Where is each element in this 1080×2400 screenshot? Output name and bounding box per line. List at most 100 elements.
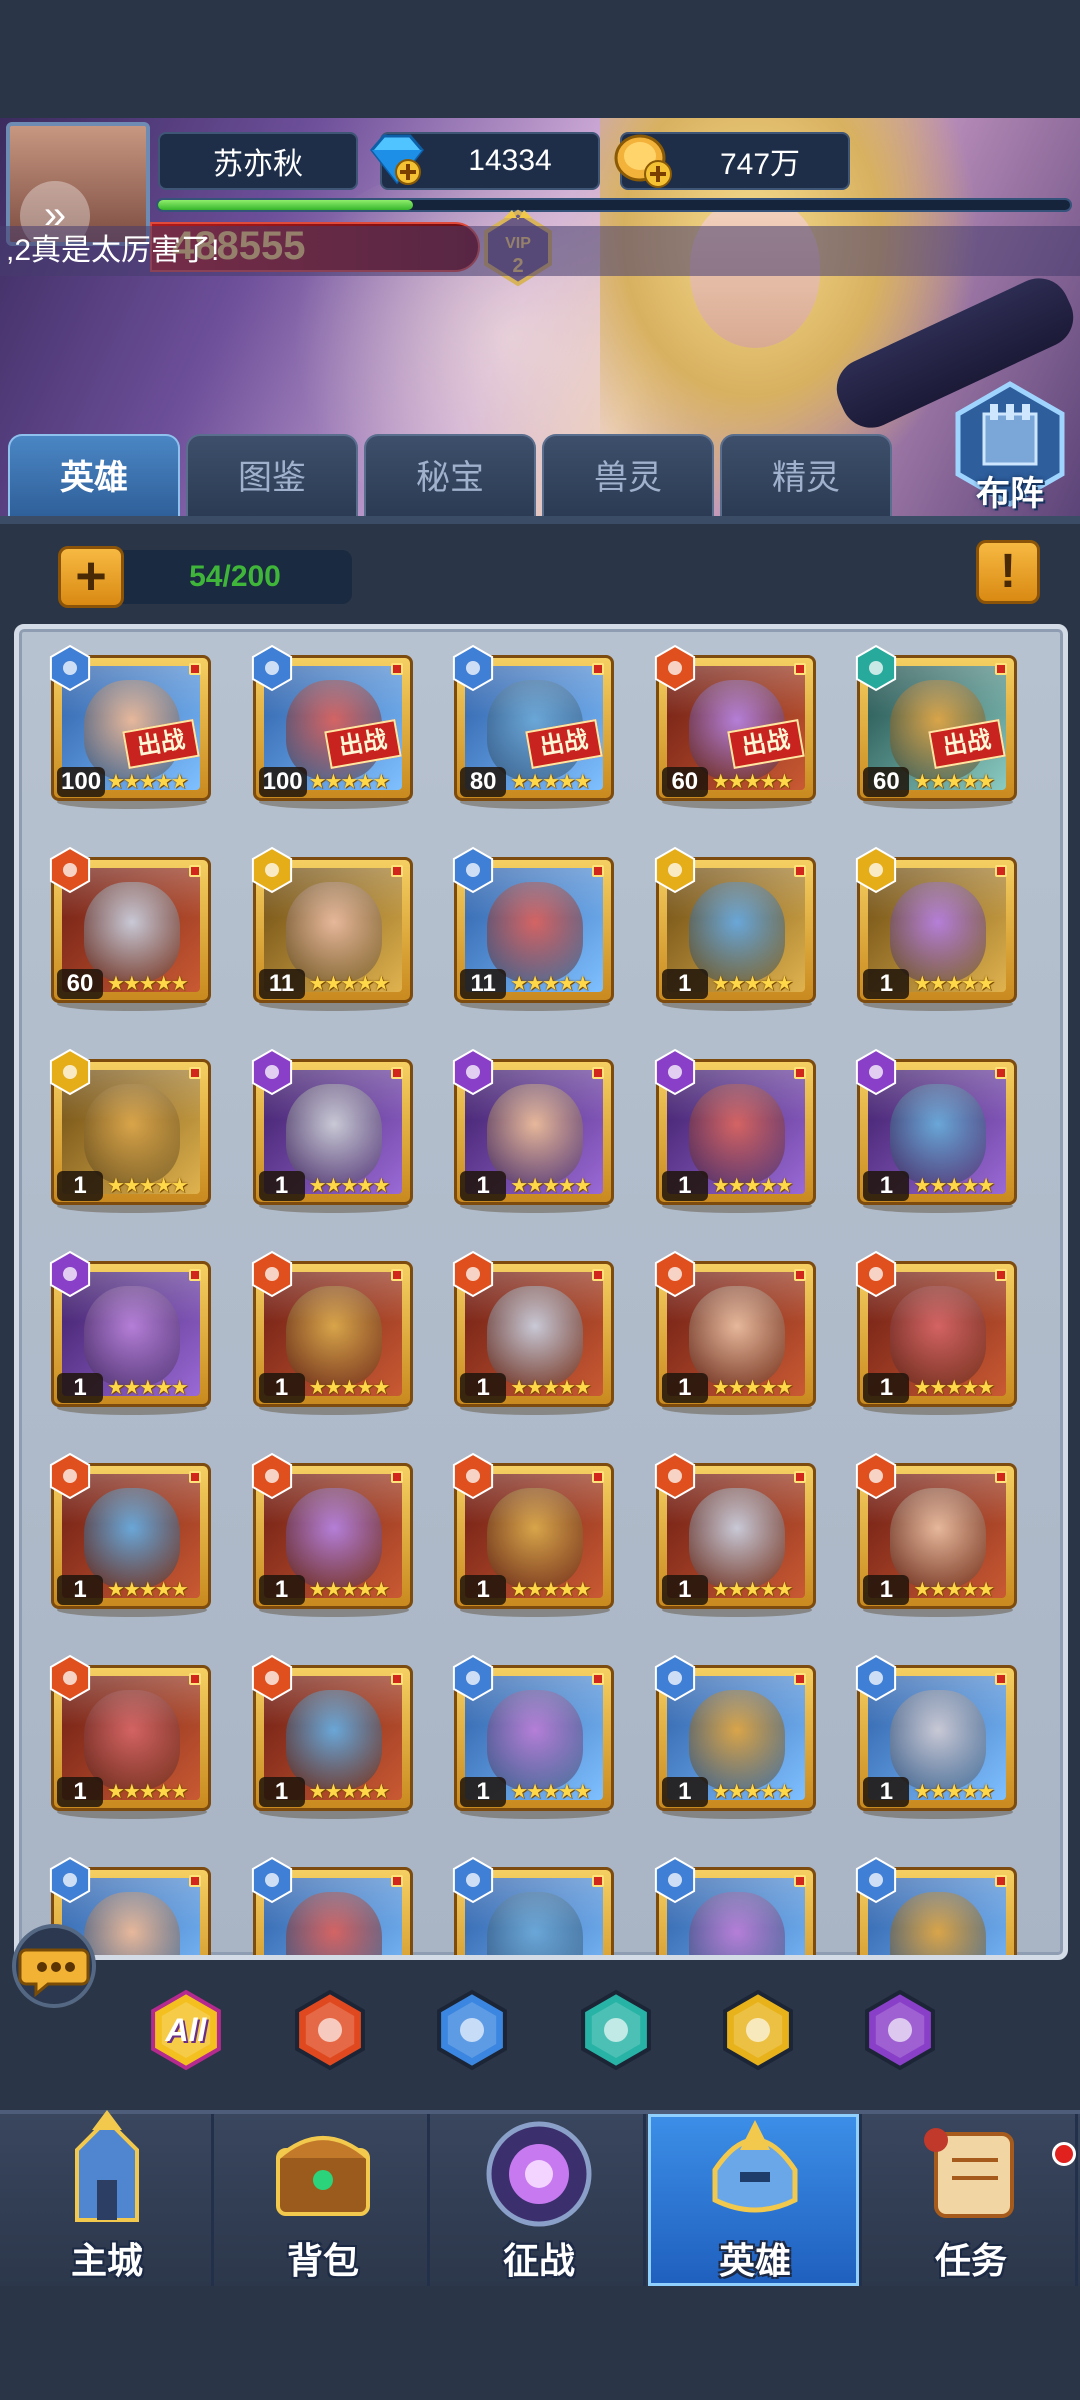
notification-dot	[1052, 2142, 1076, 2166]
faction-blue-icon	[453, 644, 494, 692]
faction-blue-icon	[654, 1856, 695, 1904]
faction-blue-icon	[251, 644, 292, 692]
filter-dark-icon[interactable]	[858, 1988, 942, 2072]
xp-bar-fill	[158, 200, 414, 210]
hero-card[interactable]: 1 ★★★★★	[453, 1654, 615, 1821]
nav-item-dragon-portal[interactable]: 征战	[432, 2114, 646, 2286]
hero-level: 11	[460, 969, 507, 999]
filter-water-icon[interactable]	[430, 1988, 514, 2072]
hero-level: 1	[460, 1777, 507, 1807]
card-corner	[592, 1067, 605, 1079]
hero-card[interactable]: 11 ★★★★★	[251, 846, 413, 1013]
filter-all-icon[interactable]: All	[144, 1988, 228, 2072]
card-corner	[995, 1875, 1008, 1887]
card-corner	[995, 865, 1008, 877]
faction-red-icon	[49, 1654, 91, 1702]
hero-card[interactable]: 60 ★★★★★ 出战	[654, 644, 816, 811]
hero-card[interactable]	[856, 1856, 1018, 1955]
hero-card[interactable]: 1 ★★★★★	[856, 1654, 1018, 1821]
nav-item-scroll[interactable]: 任务	[864, 2114, 1078, 2286]
hero-card[interactable]: 1 ★★★★★	[856, 1048, 1018, 1215]
hero-level: 1	[460, 1575, 507, 1605]
filter-light-icon[interactable]	[716, 1988, 800, 2072]
hero-level: 1	[863, 1171, 910, 1201]
hero-stars: ★★★★★	[711, 973, 794, 995]
card-corner	[189, 1269, 201, 1281]
gold-add-icon[interactable]	[610, 126, 680, 196]
tab-codex[interactable]: 图鉴	[186, 434, 358, 520]
treasure-chest-icon	[276, 2136, 370, 2216]
expand-capacity-button[interactable]: +	[58, 546, 124, 608]
hero-level: 1	[863, 1575, 910, 1605]
nav-item-hero-helmet[interactable]: 英雄	[648, 2114, 862, 2286]
hero-stars: ★★★★★	[510, 771, 592, 793]
hero-card[interactable]: 1 ★★★★★	[856, 1250, 1018, 1417]
hero-card[interactable]: 1 ★★★★★	[49, 1250, 211, 1417]
hero-card[interactable]: 1 ★★★★★	[251, 1654, 413, 1821]
tab-treasure[interactable]: 秘宝	[364, 434, 536, 520]
hero-card[interactable]: 1 ★★★★★	[251, 1048, 413, 1215]
nav-item-castle[interactable]: 主城	[0, 2110, 214, 2286]
card-corner	[592, 663, 605, 675]
hero-card[interactable]: 1 ★★★★★	[654, 1452, 816, 1619]
tab-divider	[0, 516, 1080, 524]
hero-stars: ★★★★★	[711, 1377, 794, 1399]
faction-purple-icon	[654, 1048, 695, 1096]
hero-card[interactable]: 1 ★★★★★	[856, 1452, 1018, 1619]
hero-card[interactable]: 60 ★★★★★ 出战	[856, 644, 1018, 811]
nav-label: 任务	[934, 2240, 1007, 2281]
chat-ticker[interactable]: ,2真是太厉害了!	[0, 226, 1080, 276]
hero-card[interactable]: 1 ★★★★★	[251, 1452, 413, 1619]
diamond-add-icon[interactable]	[364, 126, 430, 192]
tab-heroes[interactable]: 英雄	[8, 434, 180, 520]
hero-level: 1	[258, 1575, 305, 1605]
hero-card[interactable]: 1 ★★★★★	[654, 1654, 816, 1821]
faction-yellow-icon	[49, 1048, 91, 1096]
hero-level: 1	[57, 1171, 103, 1201]
hero-card[interactable]: 1 ★★★★★	[453, 1452, 615, 1619]
faction-purple-icon	[856, 1048, 897, 1096]
faction-red-icon	[654, 1452, 695, 1500]
nav-label: 背包	[286, 2240, 359, 2281]
hero-card[interactable]: 11 ★★★★★	[453, 846, 615, 1013]
hero-card[interactable]	[654, 1856, 816, 1955]
hero-card[interactable]: 1 ★★★★★	[49, 1452, 211, 1619]
card-corner	[592, 865, 605, 877]
bottom-spacer	[0, 2286, 1080, 2400]
hero-card[interactable]	[453, 1856, 615, 1955]
xp-bar	[156, 198, 1072, 212]
filter-fire-icon[interactable]	[288, 1988, 372, 2072]
faction-red-icon	[453, 1250, 494, 1298]
hero-card[interactable]: 100 ★★★★★ 出战	[49, 644, 211, 811]
hero-card[interactable]: 1 ★★★★★	[453, 1048, 615, 1215]
hero-card[interactable]: 1 ★★★★★	[251, 1250, 413, 1417]
nav-item-treasure-chest[interactable]: 背包	[216, 2114, 430, 2286]
hero-stars: ★★★★★	[913, 771, 995, 793]
card-corner	[390, 865, 403, 877]
hero-card[interactable]: 100 ★★★★★ 出战	[251, 644, 413, 811]
info-button[interactable]: !	[976, 540, 1040, 604]
hero-stars: ★★★★★	[308, 973, 391, 995]
faction-teal-icon	[856, 644, 897, 692]
dragon-portal-icon	[486, 2121, 592, 2227]
hero-card[interactable]: 1 ★★★★★	[453, 1250, 615, 1417]
hero-stars: ★★★★★	[107, 1377, 189, 1399]
tab-beast-spirit[interactable]: 兽灵	[542, 434, 714, 520]
hero-card[interactable]: 1 ★★★★★	[49, 1048, 211, 1215]
hero-stars: ★★★★★	[107, 1579, 189, 1601]
filter-undead-icon[interactable]	[574, 1988, 658, 2072]
hero-card[interactable]	[251, 1856, 413, 1955]
hero-stars: ★★★★★	[510, 1579, 592, 1601]
hero-card[interactable]: 60 ★★★★★	[49, 846, 211, 1013]
hero-level: 1	[57, 1373, 103, 1403]
hero-card[interactable]: 1 ★★★★★	[654, 1048, 816, 1215]
hero-card[interactable]: 80 ★★★★★ 出战	[453, 644, 615, 811]
hero-card[interactable]: 1 ★★★★★	[654, 846, 816, 1013]
hero-card[interactable]: 1 ★★★★★	[654, 1250, 816, 1417]
hero-card[interactable]: 1 ★★★★★	[856, 846, 1018, 1013]
nav-label: 征战	[502, 2240, 575, 2281]
hero-level: 1	[57, 1777, 103, 1807]
hero-card[interactable]: 1 ★★★★★	[49, 1654, 211, 1821]
card-corner	[793, 663, 806, 675]
tab-sprite[interactable]: 精灵	[720, 434, 892, 520]
